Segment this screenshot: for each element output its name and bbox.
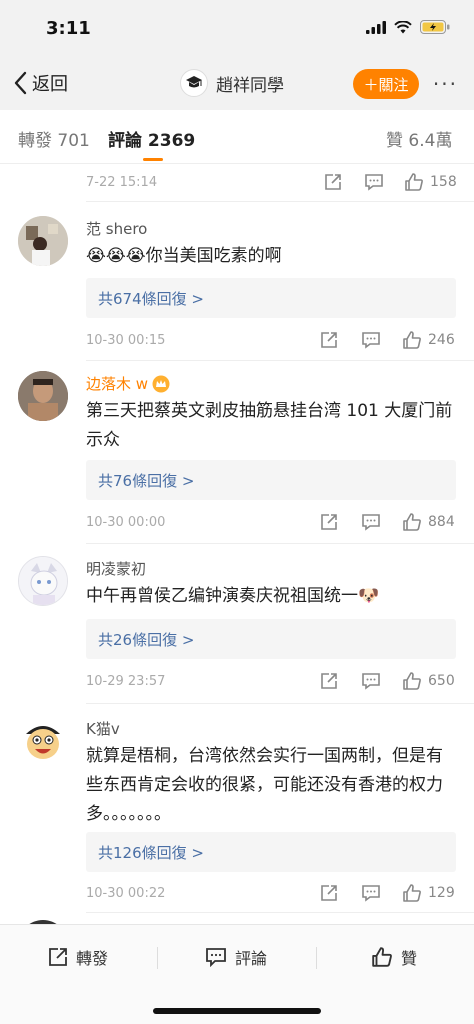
action-row: 10-30 00:22 129 bbox=[86, 881, 456, 905]
comment-icon[interactable] bbox=[364, 173, 384, 191]
comment-item: 边落木 w 第三天把蔡英文剥皮抽筋悬挂台湾 101 大厦门前示众 共76條回復 … bbox=[0, 361, 474, 544]
replies-box[interactable]: 共76條回復 > bbox=[86, 460, 456, 500]
repost-label: 轉發 bbox=[76, 949, 109, 968]
like-count: 884 bbox=[428, 514, 455, 530]
thumbs-up-icon bbox=[403, 672, 421, 690]
thumbs-up-icon bbox=[403, 513, 421, 531]
comment-text: 第三天把蔡英文剥皮抽筋悬挂台湾 101 大厦门前示众 bbox=[86, 401, 453, 450]
graduation-cap-icon bbox=[186, 76, 202, 88]
follow-button[interactable]: ＋關注 bbox=[353, 69, 419, 99]
share-icon[interactable] bbox=[320, 884, 338, 902]
replies-box[interactable]: 共674條回復 > bbox=[86, 278, 456, 318]
divider bbox=[316, 947, 317, 969]
like-button[interactable]: 884 bbox=[402, 512, 455, 532]
comment-time: 10-30 00:22 bbox=[86, 885, 166, 901]
replies-box[interactable]: 共26條回復 > bbox=[86, 619, 456, 659]
divider bbox=[86, 912, 474, 913]
replies-link[interactable]: 共76條回復 > bbox=[98, 470, 194, 491]
comment-icon[interactable] bbox=[361, 672, 381, 690]
like-button[interactable]: 650 bbox=[402, 671, 455, 691]
comment-label: 評論 bbox=[235, 949, 268, 968]
home-indicator[interactable] bbox=[153, 1008, 321, 1014]
comment-button[interactable]: 評論 bbox=[205, 945, 267, 969]
tab-comments[interactable]: 評論 2369 bbox=[108, 126, 195, 151]
comment-icon bbox=[206, 948, 226, 967]
thumbs-up-icon bbox=[405, 173, 423, 191]
tab-reposts[interactable]: 轉發 701 bbox=[18, 126, 90, 151]
account-avatar bbox=[180, 69, 208, 97]
like-count: 246 bbox=[428, 332, 455, 348]
share-icon[interactable] bbox=[320, 672, 338, 690]
comment-text: 😭😭😭你当美国吃素的啊 bbox=[86, 246, 282, 266]
commenter-name-text: 边落木 w bbox=[86, 375, 149, 393]
avatar[interactable] bbox=[18, 371, 68, 421]
comment-time: 10-29 23:57 bbox=[86, 673, 166, 689]
like-count: 158 bbox=[430, 174, 457, 190]
nav-bar: 返回 趙祥同學 ＋關注 ··· bbox=[0, 58, 474, 110]
repost-button[interactable]: 轉發 bbox=[48, 945, 108, 969]
replies-box[interactable]: 共126條回復 > bbox=[86, 832, 456, 872]
tab-bar: 轉發 701 評論 2369 贊 6.4萬 bbox=[0, 110, 474, 164]
like-count: 129 bbox=[428, 885, 455, 901]
comment-item: 范 shero 😭😭😭你当美国吃素的啊 共674條回復 > 10-30 00:1… bbox=[0, 202, 474, 362]
replies-link[interactable]: 共674條回復 > bbox=[98, 288, 204, 309]
signal-icon bbox=[366, 20, 386, 34]
commenter-name[interactable]: K猫v bbox=[86, 718, 120, 739]
avatar[interactable] bbox=[18, 716, 68, 766]
back-button[interactable]: 返回 bbox=[14, 70, 68, 96]
crown-badge-icon bbox=[152, 375, 170, 392]
thumbs-up-icon bbox=[372, 947, 392, 967]
action-row: 10-29 23:57 650 bbox=[86, 669, 456, 693]
comment-item: K猫v 就算是梧桐，台湾依然会实行一国两制，但是有些东西肯定会收的很紧，可能还没… bbox=[0, 704, 474, 914]
like-bottom-button[interactable]: 贊 bbox=[371, 945, 417, 969]
account-header[interactable]: 趙祥同學 bbox=[180, 69, 284, 97]
like-button[interactable]: 129 bbox=[402, 883, 455, 903]
comment-time: 7-22 15:14 bbox=[86, 174, 158, 190]
comment-time: 10-30 00:15 bbox=[86, 332, 166, 348]
replies-link[interactable]: 共26條回復 > bbox=[98, 629, 194, 650]
comment-icon[interactable] bbox=[361, 513, 381, 531]
comment-item: 明凌蒙初 中午再曾侯乙编钟演奏庆祝祖国统一🐶 共26條回復 > 10-29 23… bbox=[0, 544, 474, 704]
back-chevron-icon bbox=[14, 71, 27, 95]
account-name: 趙祥同學 bbox=[216, 75, 284, 96]
action-row: 7-22 15:14 158 bbox=[86, 170, 457, 194]
comment-time: 10-30 00:00 bbox=[86, 514, 166, 530]
active-tab-indicator bbox=[143, 158, 163, 161]
share-icon bbox=[49, 948, 67, 966]
share-icon[interactable] bbox=[320, 513, 338, 531]
replies-link[interactable]: 共126條回復 > bbox=[98, 842, 204, 863]
share-icon[interactable] bbox=[324, 173, 342, 191]
comment-feed[interactable]: 7-22 15:14 158 范 shero 😭😭😭你当美国吃素的啊 共674條… bbox=[0, 164, 474, 924]
like-button[interactable]: 158 bbox=[404, 172, 457, 192]
share-icon[interactable] bbox=[320, 331, 338, 349]
like-label: 贊 bbox=[401, 949, 418, 968]
status-icons bbox=[366, 20, 450, 34]
avatar[interactable] bbox=[18, 216, 68, 266]
comment-text: 中午再曾侯乙编钟演奏庆祝祖国统一🐶 bbox=[86, 586, 380, 606]
divider bbox=[157, 947, 158, 969]
more-button[interactable]: ··· bbox=[433, 72, 458, 96]
commenter-name[interactable]: 明凌蒙初 bbox=[86, 558, 146, 579]
avatar[interactable] bbox=[18, 556, 68, 606]
commenter-name[interactable]: 范 shero bbox=[86, 218, 147, 239]
comment-text: 就算是梧桐，台湾依然会实行一国两制，但是有些东西肯定会收的很紧，可能还没有香港的… bbox=[86, 746, 443, 824]
commenter-name[interactable]: 边落木 w bbox=[86, 373, 170, 394]
back-label: 返回 bbox=[32, 74, 68, 95]
comment-icon[interactable] bbox=[361, 884, 381, 902]
status-time: 3:11 bbox=[46, 18, 91, 39]
thumbs-up-icon bbox=[403, 331, 421, 349]
wifi-icon bbox=[394, 20, 412, 33]
comment-icon[interactable] bbox=[361, 331, 381, 349]
thumbs-up-icon bbox=[403, 884, 421, 902]
action-row: 10-30 00:15 246 bbox=[86, 328, 456, 352]
like-count: 650 bbox=[428, 673, 455, 689]
tab-likes[interactable]: 贊 6.4萬 bbox=[386, 126, 452, 151]
status-bar: 3:11 bbox=[0, 0, 474, 58]
action-row: 10-30 00:00 884 bbox=[86, 510, 456, 534]
battery-icon bbox=[420, 20, 450, 34]
like-button[interactable]: 246 bbox=[402, 330, 455, 350]
